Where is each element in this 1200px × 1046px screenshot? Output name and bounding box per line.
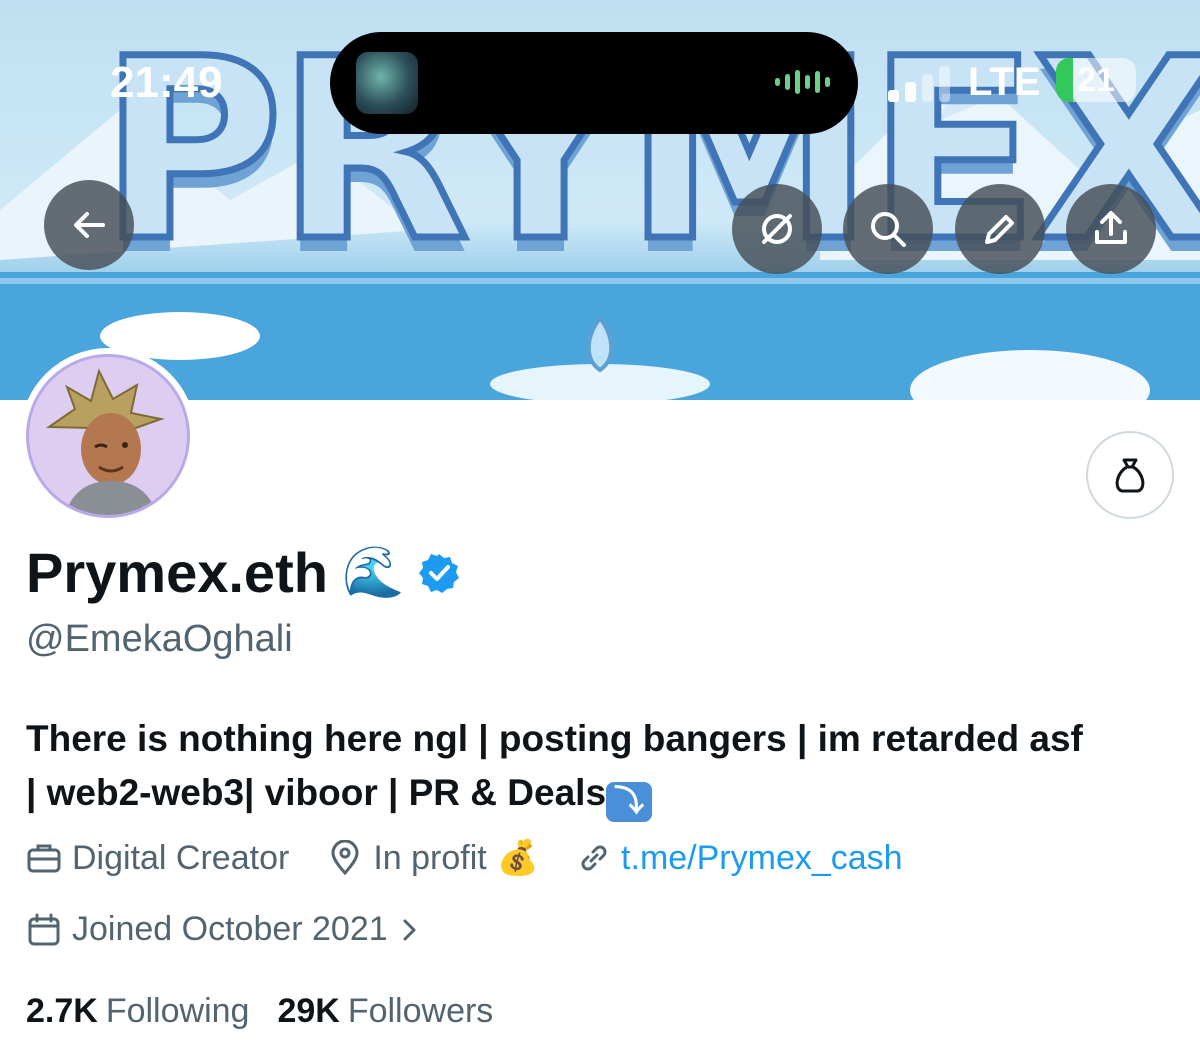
bio: There is nothing here ngl | posting bang… — [26, 712, 1176, 822]
avatar-image — [26, 354, 190, 518]
network-type: LTE — [968, 60, 1041, 104]
battery-level: 21 — [1077, 61, 1115, 99]
handle: @EmekaOghali — [26, 618, 293, 660]
profile-meta-row: Digital Creator In profit 💰 t.me/Prymex_… — [26, 838, 941, 878]
grok-icon — [762, 214, 792, 244]
category-item: Digital Creator — [26, 839, 289, 878]
money-bag-icon — [1115, 458, 1145, 493]
bio-line-1: There is nothing here ngl | posting bang… — [26, 718, 1083, 759]
chevron-right-icon — [403, 919, 416, 940]
audio-waveform-icon — [775, 70, 830, 94]
following-count[interactable]: 2.7K — [26, 992, 98, 1031]
verified-badge-icon[interactable] — [418, 552, 460, 594]
briefcase-icon — [27, 844, 61, 873]
category-text: Digital Creator — [72, 838, 290, 877]
display-name-row: Prymex.eth 🌊 — [26, 540, 460, 605]
wave-emoji: 🌊 — [341, 544, 405, 600]
website-item[interactable]: t.me/Prymex_cash — [577, 839, 903, 878]
dynamic-island[interactable] — [330, 32, 858, 134]
bio-line-2: | web2-web3| viboor | PR & Deals — [26, 772, 607, 813]
arrow-curve-down-emoji: ⤵ — [606, 782, 653, 822]
arrow-left-icon — [74, 212, 105, 238]
website-link[interactable]: t.me/Prymex_cash — [621, 839, 903, 878]
avatar[interactable] — [20, 348, 196, 524]
now-playing-artwork — [356, 52, 418, 114]
link-icon — [581, 845, 607, 871]
calendar-icon — [28, 913, 60, 945]
location-pin-icon — [331, 840, 359, 876]
battery-icon: 21 — [1056, 58, 1136, 102]
location-text: In profit — [373, 838, 487, 877]
search-icon — [871, 212, 906, 247]
search-button[interactable] — [843, 184, 933, 274]
back-button[interactable] — [44, 180, 134, 270]
cellular-signal-icon — [888, 66, 950, 102]
edit-button[interactable] — [955, 184, 1045, 274]
status-time: 21:49 — [110, 58, 223, 107]
money-bag-emoji: 💰 — [496, 839, 540, 877]
pencil-icon — [985, 215, 1014, 244]
joined-text: Joined October 2021 — [72, 910, 388, 948]
followers-count[interactable]: 29K — [277, 992, 339, 1031]
tip-button[interactable] — [1086, 431, 1174, 519]
display-name: Prymex.eth — [26, 541, 328, 604]
location-item: In profit 💰 — [327, 838, 539, 878]
joined-row[interactable]: Joined October 2021 — [26, 910, 422, 949]
share-button[interactable] — [1066, 184, 1156, 274]
followers-label[interactable]: Followers — [348, 992, 493, 1031]
bio-line-2-wrap: | web2-web3| viboor | PR & Deals ⤵ — [26, 766, 1176, 822]
share-icon — [1095, 211, 1127, 244]
follow-stats: 2.7K Following 29K Followers — [26, 992, 521, 1031]
grok-button[interactable] — [732, 184, 822, 274]
following-label[interactable]: Following — [106, 992, 250, 1031]
